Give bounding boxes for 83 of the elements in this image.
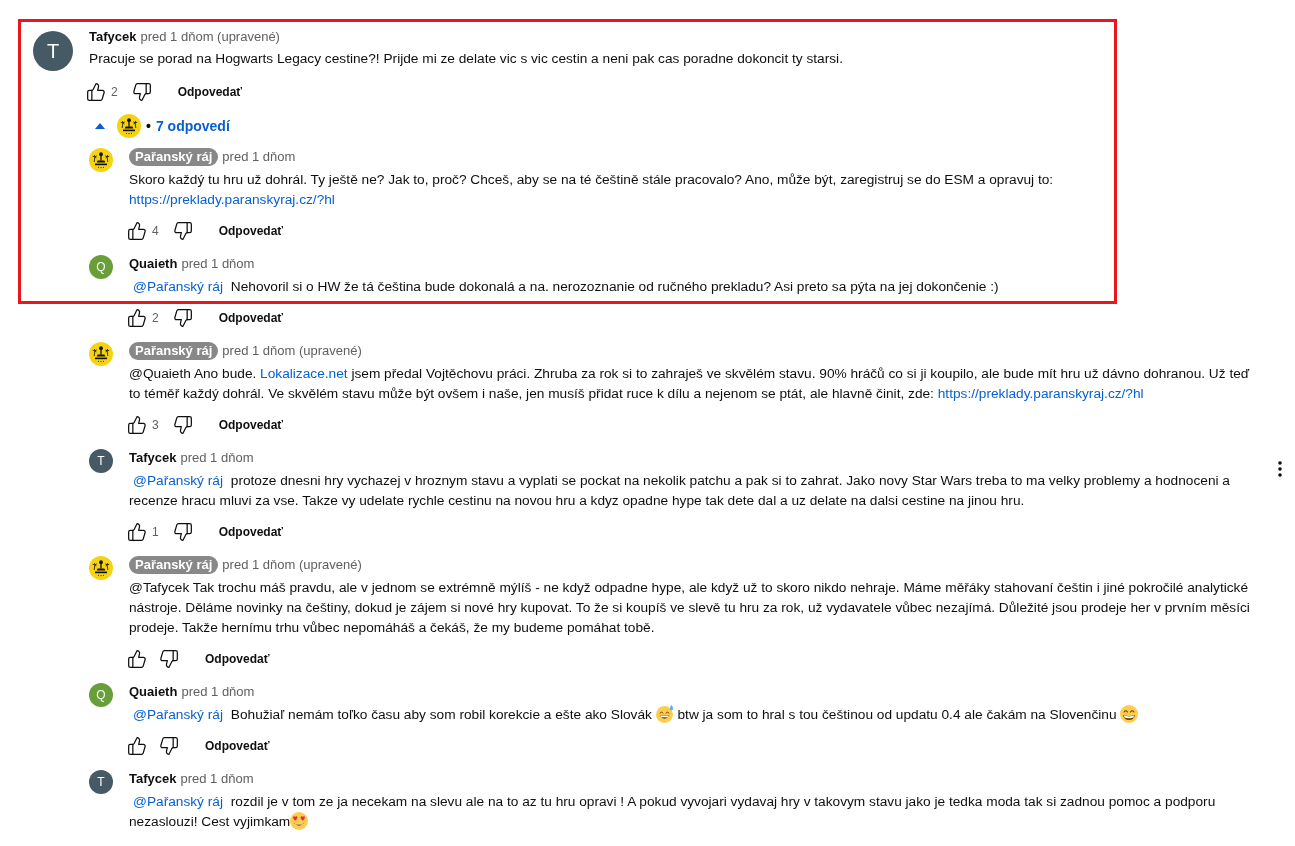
thumbs-up-icon	[127, 415, 147, 435]
thumbs-up-icon	[127, 308, 147, 328]
thumbs-up-icon	[127, 736, 147, 756]
like-button[interactable]	[127, 736, 147, 756]
reply-button[interactable]: Odpovedať	[208, 409, 294, 441]
like-count: 2	[152, 310, 159, 327]
thumbs-up-icon	[86, 82, 106, 102]
comment-text: Pracuje se porad na Hogwarts Legacy cestine?! Prijde mi ze delate vic s vic cestin a neni pak cas poradne dokoncit ty starsi.	[89, 50, 844, 68]
thumbs-down-icon	[172, 221, 193, 241]
reply-button[interactable]: Odpovedať	[195, 643, 280, 675]
dislike-button[interactable]	[172, 522, 193, 542]
grin-emoji-icon	[1120, 705, 1139, 723]
user-avatar[interactable]: T	[89, 449, 113, 473]
author-name[interactable]: Quaieth	[129, 255, 178, 273]
sweat-smile-emoji-icon	[655, 705, 674, 723]
dislike-button[interactable]	[131, 82, 152, 102]
reply-button[interactable]: Odpovedať	[195, 730, 280, 762]
reply-button[interactable]: Odpovedať	[208, 215, 294, 247]
mention-link[interactable]: @Pařanský ráj	[129, 473, 227, 488]
user-avatar[interactable]: T	[89, 770, 113, 794]
thumbs-up-icon	[127, 649, 147, 669]
comment-time[interactable]: pred 1 dňom (upravené)	[222, 556, 362, 574]
replies-toggle[interactable]: • 7 odpovedí	[89, 108, 240, 144]
like-button[interactable]	[127, 522, 147, 542]
reply-button[interactable]: Odpovedať	[208, 302, 294, 334]
thumbs-down-icon	[159, 736, 179, 756]
mention-link[interactable]: @Pařanský ráj	[129, 279, 227, 294]
like-button[interactable]	[86, 82, 106, 102]
reply-button[interactable]: Odpovedať	[167, 76, 253, 108]
like-button[interactable]	[127, 415, 147, 435]
joystick-logo-icon[interactable]	[117, 114, 141, 138]
like-count: 3	[152, 417, 159, 434]
comment-time[interactable]: pred 1 dňom	[180, 449, 254, 467]
comment-text: @Pařanský ráj protoze dnesni hry vychazej v hroznym stavu a vyplati se pockat na nekolik patchu a pak si to zahrat. Jako novy Star Wars treba to ma velky problemy a hodnoceni a recenze hracu mluvi za vse. Takze vy udelate rychle cestinu na novou hru a kdyz opadne hype tak dete dal a uz delate na dalsi cestine na jinou hru.	[129, 472, 1231, 510]
joystick-logo-icon[interactable]	[89, 556, 113, 580]
thumbs-down-icon	[159, 649, 179, 669]
author-name[interactable]: Pařanský ráj	[129, 342, 219, 360]
like-button[interactable]	[127, 308, 147, 328]
comment-time[interactable]: pred 1 dňom	[222, 148, 296, 166]
comment-text: @Pařanský ráj rozdil je v tom ze ja necekam na slevu ale na to az tu hru opravi ! A pokud vyvojari vydavaj hry v takovym stavu jako je tedka moda tak si zadnou pomoc a podporu nezaslouzi! Cest vyjimkam	[129, 793, 1217, 832]
comment-text: Skoro každý tu hru už dohrál. Ty ještě ne? Jak to, proč? Chceš, aby se na té češtině stále pracovalo? Ano, může být, zaregistruj se do ESM a opravuj to: https://preklady.paranskyraj.cz/?hl	[129, 171, 1055, 209]
comment-text: @Tafycek Tak trochu máš pravdu, ale v jednom se extrémně mýlíš - ne když odpadne hype, ale když už to skoro nikdo nehraje. Máme měřáky stahovaní češtin i jiné pokročilé analytické nástroje. Děláme novinky na češtiny, dokud je zájem si nové hry kupovat. To že si koupíš ve slevě tu hru za rok, už vydavatele vůbec nezajímá. Důležité jsou prodeje her v prvním měsíci prodeje. Takže hernímu trhu vůbec nepomáháš a čekáš, že my budeme pomáhat tobě.	[129, 579, 1251, 637]
dislike-button[interactable]	[159, 649, 179, 669]
joystick-logo-icon[interactable]	[89, 148, 113, 172]
joystick-logo-icon[interactable]	[89, 342, 113, 366]
dislike-button[interactable]	[159, 736, 179, 756]
author-name[interactable]: Pařanský ráj	[129, 148, 219, 166]
web-link[interactable]: Lokalizace.net	[260, 366, 348, 381]
mention-link[interactable]: @Pařanský ráj	[129, 707, 227, 722]
like-count: 1	[152, 524, 159, 541]
author-name[interactable]: Tafycek	[129, 770, 177, 788]
web-link[interactable]: https://preklady.paranskyraj.cz/?hl	[937, 386, 1144, 401]
comment-time[interactable]: pred 1 dňom	[181, 255, 255, 273]
author-name[interactable]: Tafycek	[129, 449, 177, 467]
like-button[interactable]	[127, 221, 147, 241]
web-link[interactable]: https://preklady.paranskyraj.cz/?hl	[129, 192, 335, 207]
comment-time[interactable]: pred 1 dňom	[180, 770, 254, 788]
author-name[interactable]: Tafycek	[89, 28, 137, 46]
thumbs-down-icon	[172, 308, 193, 328]
like-count: 4	[152, 223, 159, 240]
comment-text: @Quaieth Ano bude. Lokalizace.net jsem předal Vojtěchovu práci. Zhruba za rok si to zahraješ ve skvělém stavu. 90% hráčů co si ji koupilo, ale bude mít hru už dávno dohranou. Už teď to téměř každý dohrál. Ve skvělém stavu může být ovšem i naše, jen musíš přidat ruce k dílu a nejenom se ptát, ale hlavně činit, zde: https://preklady.paranskyraj.cz/?hl	[129, 365, 1251, 403]
kebab-menu-icon	[1278, 461, 1282, 477]
like-button[interactable]	[127, 649, 147, 669]
reply-button[interactable]: Odpovedať	[208, 516, 294, 548]
comment-time[interactable]: pred 1 dňom (upravené)	[140, 28, 280, 46]
author-name[interactable]: Pařanský ráj	[129, 556, 219, 574]
comment-text: @Pařanský ráj Bohužiaľ nemám toľko času aby som robil korekcie a ešte ako Slovák btw ja som to hral s tou češtinou od updatu 0.4 ale čakám na Slovenčinu	[129, 705, 1259, 725]
dislike-button[interactable]	[172, 308, 193, 328]
thumbs-down-icon	[172, 415, 193, 435]
mention-link[interactable]: @Pařanský ráj	[129, 794, 227, 809]
comment-time[interactable]: pred 1 dňom (upravené)	[222, 342, 362, 360]
heart-eyes-emoji-icon	[290, 812, 309, 830]
thumbs-up-icon	[127, 221, 147, 241]
author-name[interactable]: Quaieth	[129, 683, 178, 701]
comment-time[interactable]: pred 1 dňom	[181, 683, 255, 701]
dislike-button[interactable]	[172, 221, 193, 241]
thumbs-up-icon	[127, 522, 147, 542]
thumbs-down-icon	[172, 522, 193, 542]
thumbs-down-icon	[131, 82, 152, 102]
like-count: 2	[111, 84, 118, 101]
dislike-button[interactable]	[172, 415, 193, 435]
comment-text: @Pařanský ráj Nehovoril si o HW že tá čeština bude dokonalá a na. nerozoznanie od ručného prekladu? Asi preto sa pýta na jej dokončenie :)	[129, 277, 1259, 297]
user-avatar[interactable]: T	[33, 31, 73, 71]
